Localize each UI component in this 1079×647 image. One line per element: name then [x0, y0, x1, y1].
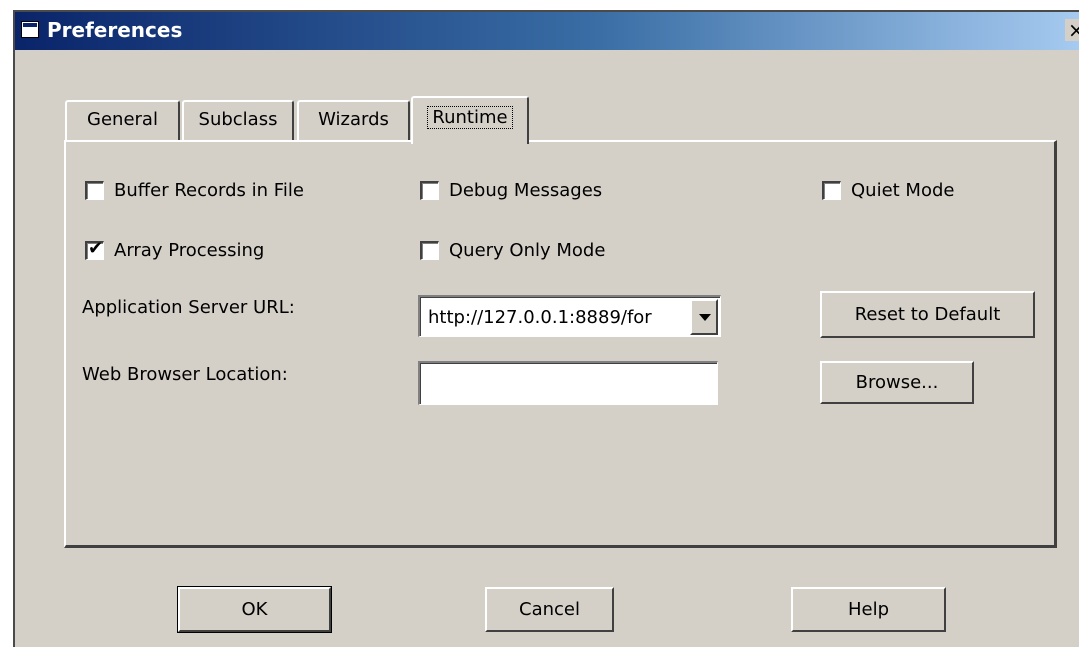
- query-only-checkbox[interactable]: [420, 241, 439, 260]
- debug-messages-option[interactable]: Debug Messages: [420, 180, 602, 201]
- window-title: Preferences: [47, 18, 183, 42]
- app-server-combobox[interactable]: http://127.0.0.1:8889/for: [418, 295, 721, 337]
- web-browser-field[interactable]: [418, 361, 718, 405]
- app-server-value: http://127.0.0.1:8889/for: [428, 307, 652, 328]
- close-icon[interactable]: ×: [1065, 19, 1079, 41]
- tab-subclass[interactable]: Subclass: [182, 100, 294, 140]
- buffer-records-label: Buffer Records in File: [114, 180, 304, 201]
- tab-runtime[interactable]: Runtime: [411, 96, 529, 144]
- app-server-label: Application Server URL:: [82, 297, 295, 318]
- query-only-label: Query Only Mode: [449, 240, 606, 261]
- title-bar[interactable]: Preferences: [15, 12, 1079, 50]
- quiet-mode-checkbox[interactable]: [822, 181, 841, 200]
- array-processing-option[interactable]: ✔ Array Processing: [85, 238, 265, 261]
- checkmark-icon: ✔: [88, 238, 104, 259]
- tab-general[interactable]: General: [65, 100, 180, 140]
- help-button[interactable]: Help: [791, 587, 946, 632]
- web-browser-label: Web Browser Location:: [82, 364, 288, 385]
- query-only-option[interactable]: Query Only Mode: [420, 240, 605, 261]
- debug-messages-checkbox[interactable]: [420, 181, 439, 200]
- tab-subclass-label: Subclass: [198, 109, 278, 130]
- help-label: Help: [847, 599, 890, 620]
- buffer-records-option[interactable]: Buffer Records in File: [85, 180, 304, 201]
- window-icon: [21, 21, 39, 38]
- reset-default-label: Reset to Default: [854, 304, 1001, 325]
- array-processing-checkbox[interactable]: ✔: [85, 238, 104, 260]
- preferences-dialog: Preferences × General Subclass Wizards R…: [13, 10, 1079, 647]
- quiet-mode-label: Quiet Mode: [851, 180, 955, 201]
- array-processing-label: Array Processing: [114, 240, 265, 261]
- browse-button[interactable]: Browse...: [820, 361, 974, 404]
- reset-default-button[interactable]: Reset to Default: [820, 291, 1035, 338]
- tab-general-label: General: [87, 109, 158, 130]
- ok-label: OK: [241, 599, 268, 620]
- runtime-panel: [64, 140, 1057, 548]
- tab-runtime-label: Runtime: [427, 106, 513, 129]
- cancel-button[interactable]: Cancel: [485, 587, 614, 632]
- quiet-mode-option[interactable]: Quiet Mode: [822, 180, 954, 201]
- ok-button[interactable]: OK: [177, 586, 332, 633]
- cancel-label: Cancel: [519, 599, 580, 620]
- debug-messages-label: Debug Messages: [449, 180, 603, 201]
- browse-label: Browse...: [855, 372, 939, 393]
- tab-wizards-label: Wizards: [318, 109, 389, 130]
- chevron-down-icon[interactable]: [690, 299, 718, 335]
- buffer-records-checkbox[interactable]: [85, 181, 104, 200]
- tab-wizards[interactable]: Wizards: [297, 100, 410, 140]
